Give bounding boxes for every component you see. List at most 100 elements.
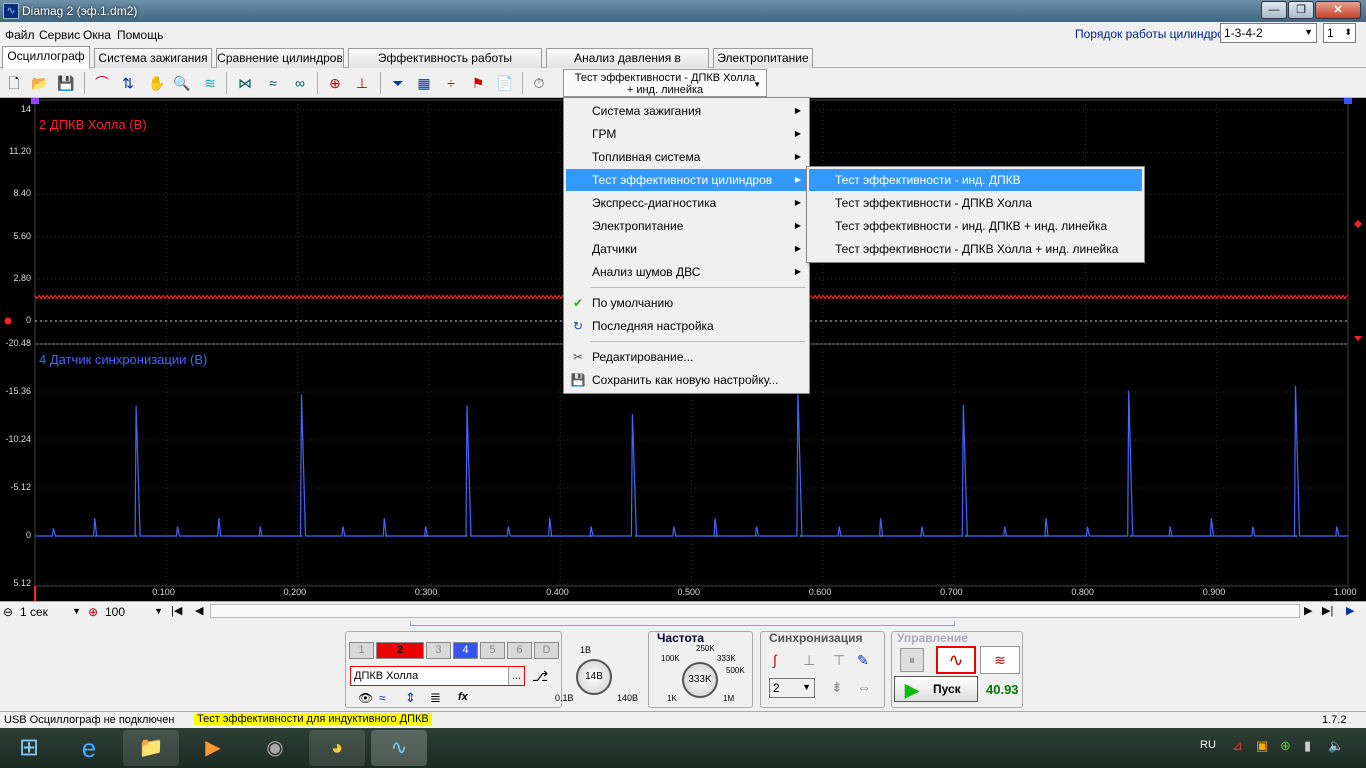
diamag-taskbar-icon[interactable]: ∿ (371, 730, 427, 766)
menu-item-save-new[interactable]: 💾 Сохранить как новую настройку... (566, 369, 807, 391)
flag-icon[interactable]: ⚑ (467, 72, 489, 94)
sync-rising-icon[interactable]: ∫ (773, 652, 777, 668)
channel-button-5[interactable]: 5 (480, 642, 505, 659)
sync-level-icon[interactable]: ⇟ (831, 679, 843, 696)
submenu-item-ind-ckp-ruler[interactable]: Тест эффективности - инд. ДПКВ + инд. ли… (809, 215, 1142, 237)
probe-icon[interactable]: ⎇ (532, 668, 548, 685)
sync-up-icon[interactable]: ⊥ (803, 652, 815, 669)
submenu-item-hall-ckp[interactable]: Тест эффективности - ДПКВ Холла (809, 192, 1142, 214)
zoom-in-icon[interactable]: ⊕ (88, 605, 98, 619)
tab-oscilloscope[interactable]: Осциллограф (2, 46, 90, 69)
panel-splitter[interactable] (410, 621, 955, 626)
tab-pressure-analysis[interactable]: Анализ давления в цилиндре (546, 48, 709, 83)
time-scrollbar[interactable] (210, 604, 1300, 618)
preset-dropdown-button[interactable]: Тест эффективности - ДПКВ Холла + инд. л… (563, 69, 767, 97)
channel-button-6[interactable]: 6 (507, 642, 532, 659)
menu-item-last[interactable]: ↻ Последняя настройка (566, 315, 807, 337)
network-tray-icon[interactable]: ▮ (1304, 738, 1311, 754)
cylinder-order-select[interactable]: 1-3-4-2 ▼ (1220, 23, 1317, 43)
function-icon[interactable]: fx (458, 691, 468, 703)
lines-icon[interactable]: ≣ (430, 690, 441, 706)
menu-windows[interactable]: Окна (83, 28, 111, 42)
tab-ignition[interactable]: Система зажигания (94, 48, 212, 68)
menu-item-express[interactable]: Экспресс-диагностика ▶ (566, 192, 807, 214)
maximize-button[interactable]: ❐ (1288, 1, 1314, 19)
volume-tray-icon[interactable]: 🔈 (1328, 738, 1344, 754)
menu-help[interactable]: Помощь (117, 28, 163, 42)
auto-level-icon[interactable]: ⊕ (324, 72, 346, 94)
overlap-icon[interactable]: ∞ (289, 72, 311, 94)
menu-item-fuel[interactable]: Топливная система ▶ (566, 146, 807, 168)
menu-item-sensors[interactable]: Датчики ▶ (566, 238, 807, 260)
menu-item-edit[interactable]: ✂ Редактирование... (566, 346, 807, 368)
explorer-icon[interactable]: 📁 (123, 730, 179, 766)
sync-down-icon[interactable]: ⊤ (833, 652, 845, 669)
filter-icon[interactable]: ⏷ (387, 72, 409, 94)
layers-icon[interactable]: ≋ (199, 72, 221, 94)
zero-level-icon[interactable]: ⊥ (351, 72, 373, 94)
last-page-icon[interactable]: ▶| (1322, 604, 1333, 617)
play-icon[interactable]: ▶ (1346, 604, 1354, 617)
start-orb-icon[interactable]: ⊞ (0, 730, 58, 766)
grid-icon[interactable]: ▦ (413, 72, 435, 94)
compress-icon[interactable]: ⋈ (234, 72, 256, 94)
language-indicator[interactable]: RU (1200, 739, 1216, 751)
cylinder-count-spinner[interactable]: 1 ⬍ (1323, 23, 1356, 43)
cursor-icon[interactable]: ⇅ (117, 72, 139, 94)
tray-icon[interactable]: ▣ (1256, 738, 1268, 754)
zoom-out-icon[interactable]: ⊖ (3, 605, 13, 619)
channel-button-3[interactable]: 3 (426, 642, 451, 659)
first-page-icon[interactable]: |◀ (171, 604, 182, 617)
zoom-icon[interactable]: 🔍 (171, 72, 193, 94)
menu-item-efficiency[interactable]: Тест эффективности цилиндров ▶ (566, 169, 807, 191)
volt-knob[interactable]: 14В (576, 659, 612, 695)
media-player-icon[interactable]: ▶ (185, 730, 241, 766)
pause-icon[interactable]: ⏸ (900, 648, 924, 672)
menu-item-ignition[interactable]: Система зажигания ▶ (566, 100, 807, 122)
new-file-icon[interactable]: 🗋 (3, 72, 25, 94)
channel-button-2[interactable]: 2 (376, 642, 424, 659)
ie-icon[interactable]: e (61, 730, 117, 766)
menu-service[interactable]: Сервис (39, 28, 80, 42)
sync-channel-select[interactable]: 2 ▼ (769, 678, 815, 698)
channel-name-field[interactable]: ДПКВ Холла ... (350, 666, 525, 686)
channel-button-4[interactable]: 4 (453, 642, 478, 659)
open-folder-icon[interactable]: 📂 (29, 72, 51, 94)
channel-button-1[interactable]: 1 (349, 642, 374, 659)
start-button[interactable]: ▶ Пуск (894, 676, 978, 702)
game-icon[interactable]: ◉ (247, 730, 303, 766)
continuous-button[interactable]: ≋ (980, 646, 1020, 674)
save-icon[interactable]: 💾 (55, 72, 77, 94)
next-icon[interactable]: ▶ (1304, 604, 1312, 617)
auto-setup-icon[interactable]: ⏱ (528, 72, 550, 94)
channel-menu-button[interactable]: ... (508, 667, 524, 685)
prev-icon[interactable]: ◀ (195, 604, 203, 617)
zoom-select[interactable]: 100 ▼ (102, 603, 166, 620)
channel-button-d[interactable]: D (534, 642, 559, 659)
hand-icon[interactable]: ✋ (146, 72, 168, 94)
position-icon[interactable]: ⇕ (405, 690, 416, 706)
menu-item-timing[interactable]: ГРМ ▶ (566, 123, 807, 145)
timebase-select[interactable]: 1 сек ▼ (17, 603, 84, 620)
split-icon[interactable]: ÷ (440, 72, 462, 94)
close-button[interactable]: ✕ (1315, 1, 1361, 19)
tab-cylinder-compare[interactable]: Сравнение цилиндров (216, 48, 344, 68)
notes-icon[interactable]: 📄 (494, 72, 516, 94)
waves-icon[interactable]: ≈ (262, 72, 284, 94)
frequency-knob[interactable]: 333K (682, 662, 718, 698)
usb-tray-icon[interactable]: ⊕ (1280, 738, 1291, 754)
chrome-icon[interactable]: ◕ (309, 730, 365, 766)
menu-item-power[interactable]: Электропитание ▶ (566, 215, 807, 237)
tab-cylinder-efficiency[interactable]: Эффективность работы цилиндров (348, 48, 542, 83)
menu-file[interactable]: Файл (5, 28, 35, 42)
sync-auto-icon[interactable]: ✎ (857, 652, 869, 669)
trigger-icon[interactable]: ⌒ (91, 72, 113, 94)
eye-icon[interactable]: 👁 (358, 691, 373, 705)
minimize-button[interactable]: — (1261, 1, 1287, 19)
pdf-tray-icon[interactable]: ⊿ (1232, 738, 1243, 754)
tab-power[interactable]: Электропитание (713, 48, 813, 68)
submenu-item-ind-ckp[interactable]: Тест эффективности - инд. ДПКВ (809, 169, 1142, 191)
sync-shift-icon[interactable]: ⇔ (857, 679, 871, 695)
menu-item-default[interactable]: ✔ По умолчанию (566, 292, 807, 314)
wave-icon[interactable]: ≈ (379, 691, 386, 705)
